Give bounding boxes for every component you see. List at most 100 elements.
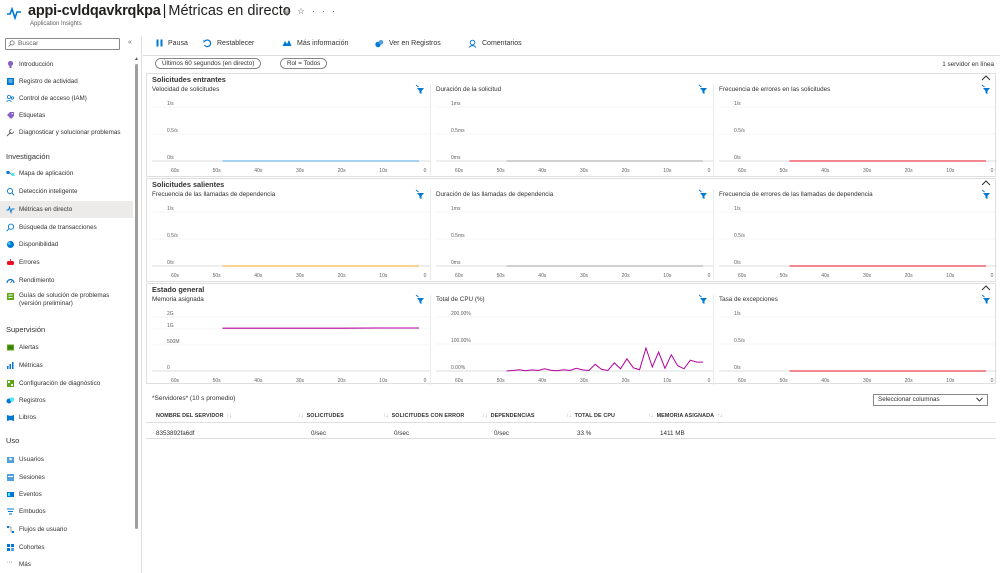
sidebar-item-label: Etiquetas — [19, 112, 46, 119]
sidebar-item-mas[interactable]: ··· Más — [0, 556, 133, 573]
filter-funnel-icon[interactable] — [981, 294, 992, 305]
reset-button[interactable]: Restablecer — [203, 39, 254, 48]
time-range-filter[interactable]: Últimos 60 segundos (en directo) — [155, 58, 262, 69]
sidebar-item-guias-solucion[interactable]: Guías de solución de problemas (versión … — [0, 289, 133, 311]
sidebar-item-cohortes[interactable]: Cohortes — [0, 539, 133, 556]
y-tick-label: 1/s — [167, 206, 174, 212]
toolbar: Pausa Restablecer Más información Ver en… — [143, 36, 1000, 51]
sidebar-item-introduccion[interactable]: Introducción — [0, 56, 133, 73]
sidebar-item-label: Errores — [19, 259, 40, 266]
filter-funnel-icon[interactable] — [415, 84, 426, 95]
column-header-dependencies[interactable]: ↑↓ DEPENDENCIAS — [482, 413, 535, 419]
more-info-button[interactable]: Más información — [282, 39, 348, 47]
sidebar-item-mapa-aplicacion[interactable]: Mapa de aplicación — [0, 165, 133, 182]
sidebar-item-deteccion-inteligente[interactable]: Detección inteligente — [0, 183, 133, 200]
sidebar-item-metricas-en-directo[interactable]: Métricas en directo — [0, 201, 133, 218]
log-icon — [7, 78, 14, 85]
sidebar-scrollbar[interactable]: ▲ — [134, 56, 139, 566]
page-title: appi-cvldqavkrqkpa | Métricas en directo — [28, 3, 291, 19]
x-tick-label: 30s — [863, 168, 872, 174]
role-filter[interactable]: Rol = Todos — [280, 58, 328, 69]
x-tick-label: 50s — [213, 168, 222, 174]
x-tick-label: 40s — [254, 168, 263, 174]
search-icon — [6, 223, 15, 232]
filter-funnel-icon[interactable] — [415, 294, 426, 305]
sidebar-item-label: Registros — [19, 397, 46, 404]
sidebar-item-config-diagnostico[interactable]: Configuración de diagnóstico — [0, 375, 133, 392]
filter-funnel-icon[interactable] — [698, 189, 709, 200]
x-tick-label: 30s — [296, 273, 305, 279]
x-tick-label: 60s — [738, 168, 747, 174]
x-tick-label: 50s — [780, 273, 789, 279]
chevron-up-icon[interactable] — [981, 74, 991, 82]
sidebar-item-registro-actividad[interactable]: Registro de actividad — [0, 73, 133, 90]
smart-detection-icon — [6, 187, 15, 196]
chevron-up-icon[interactable] — [981, 179, 991, 187]
cohorts-icon — [7, 544, 14, 551]
y-tick-label: 0.5/s — [167, 128, 178, 134]
pause-button[interactable]: Pausa — [156, 39, 188, 47]
sidebar-item-label: Introducción — [19, 61, 54, 68]
chart-title: Duración de la solicitud — [436, 86, 502, 93]
column-header-requests[interactable]: ↑↓ SOLICITUDES — [298, 413, 344, 419]
filter-funnel-icon[interactable] — [698, 84, 709, 95]
column-header-server[interactable]: NOMBRE DEL SERVIDOR ↑↓ — [156, 413, 232, 419]
sidebar-item-embudos[interactable]: Embudos — [0, 503, 133, 520]
sidebar-item-label: Alertas — [19, 344, 39, 351]
x-tick-label: 50s — [497, 273, 506, 279]
star-icon[interactable]: ☆ — [297, 6, 312, 16]
chevron-up-icon[interactable] — [981, 284, 991, 292]
pin-icon[interactable] — [283, 8, 291, 16]
sidebar-item-label: Control de acceso (IAM) — [19, 95, 87, 102]
scrollbar-thumb[interactable] — [135, 64, 138, 529]
sidebar-item-label: Usuarios — [19, 456, 44, 463]
sidebar-item-usuarios[interactable]: Usuarios — [0, 451, 133, 468]
table-row[interactable]: 8353892fa6df 0/sec 0/sec 0/sec 33 % 1411… — [146, 426, 996, 439]
column-header-memory[interactable]: ↑↓ MEMORIA ASIGNADA ↑↓ — [648, 413, 723, 419]
sessions-icon — [7, 474, 14, 481]
cell-failed: 0/sec — [394, 430, 410, 437]
filter-funnel-icon[interactable] — [415, 189, 426, 200]
view-logs-button[interactable]: Ver en Registros — [375, 39, 441, 48]
feedback-button[interactable]: Comentarios — [468, 39, 522, 48]
filter-funnel-icon[interactable] — [981, 84, 992, 95]
sidebar-item-disponibilidad[interactable]: Disponibilidad — [0, 236, 133, 253]
select-columns-dropdown[interactable]: Seleccionar columnas — [873, 394, 988, 406]
filter-funnel-icon[interactable] — [981, 189, 992, 200]
more-icon[interactable]: ··· — [312, 6, 342, 16]
sidebar-item-errores[interactable]: Errores — [0, 254, 133, 271]
sidebar-item-rendimiento[interactable]: Rendimiento — [0, 272, 133, 289]
sidebar-item-flujos-usuario[interactable]: Flujos de usuario — [0, 521, 133, 538]
sidebar-item-etiquetas[interactable]: Etiquetas — [0, 107, 133, 124]
filter-funnel-icon[interactable] — [698, 294, 709, 305]
chart-title: Memoria asignada — [152, 296, 204, 303]
sidebar-item-busqueda-transacciones[interactable]: Búsqueda de transacciones — [0, 219, 133, 236]
sidebar-item-metricas[interactable]: Métricas — [0, 357, 133, 374]
column-header-cpu[interactable]: ↑↓ TOTAL DE CPU — [566, 413, 615, 419]
cell-cpu: 33 % — [577, 430, 592, 437]
pause-icon — [156, 39, 163, 47]
y-tick-label: 2G — [167, 311, 174, 317]
sidebar-item-alertas[interactable]: Alertas — [0, 339, 133, 356]
column-header-failed[interactable]: ↑↓ SOLICITUDES CON ERROR — [383, 413, 464, 419]
sidebar-item-registros[interactable]: Registros — [0, 392, 133, 409]
sidebar-item-diagnosticar[interactable]: Diagnosticar y solucionar problemas — [0, 124, 133, 141]
x-tick-label: 10s — [663, 168, 672, 174]
sidebar-item-libros[interactable]: Libros — [0, 409, 133, 426]
sidebar-item-label: Métricas — [19, 362, 43, 369]
scroll-up-icon[interactable]: ▲ — [134, 56, 139, 62]
app-name: appi-cvldqavkrqkpa — [28, 3, 161, 19]
x-tick-label: 40s — [254, 378, 263, 384]
chart-title: Frecuencia de errores en las solicitudes — [719, 86, 831, 93]
section-title: Solicitudes salientes — [152, 180, 225, 189]
y-tick-label: 0.5/s — [734, 233, 745, 239]
sidebar-item-sesiones[interactable]: Sesiones — [0, 469, 133, 486]
sidebar-item-label: Eventos — [19, 491, 42, 498]
collapse-sidebar-button[interactable]: « — [128, 39, 132, 46]
search-input[interactable]: Buscar — [5, 38, 120, 50]
x-tick-label: 40s — [538, 168, 547, 174]
sidebar-item-eventos[interactable]: Eventos — [0, 486, 133, 503]
sidebar-item-label: Mapa de aplicación — [19, 170, 74, 177]
sidebar-item-iam[interactable]: Control de acceso (IAM) — [0, 90, 133, 107]
x-tick-label: 40s — [538, 378, 547, 384]
